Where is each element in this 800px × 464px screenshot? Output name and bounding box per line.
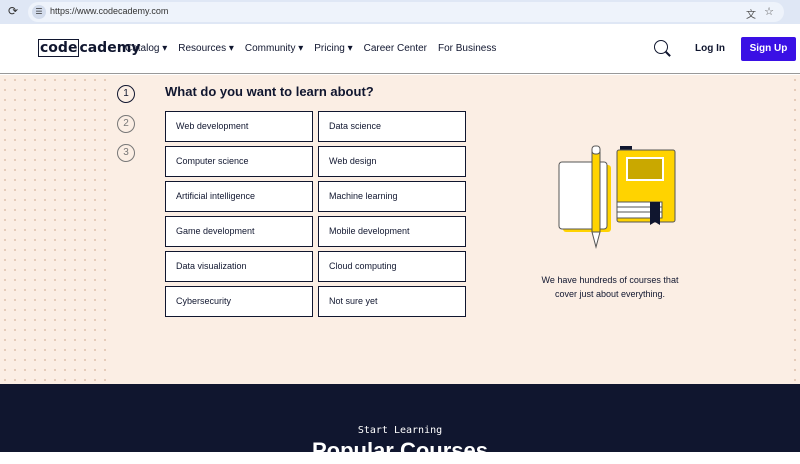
login-button[interactable]: Log In [695,43,725,54]
nav-pricing[interactable]: Pricing ▾ [314,43,352,54]
main-menu: Catalog ▾ Resources ▾ Community ▾ Pricin… [125,43,496,54]
nav-catalog[interactable]: Catalog ▾ [125,43,167,54]
bookmark-star-icon[interactable]: ☆ [764,5,774,18]
option-computer-science[interactable]: Computer science [165,146,313,177]
courses-caption: We have hundreds of courses that cover j… [541,275,679,299]
option-web-design[interactable]: Web design [318,146,466,177]
notebook-pencil-illustration [558,145,676,249]
address-bar[interactable]: ☰ https://www.codecademy.com 文 ☆ [28,2,784,22]
option-game-development[interactable]: Game development [165,216,313,247]
site-header: code cademy Catalog ▾ Resources ▾ Communi… [0,24,800,74]
quiz-question: What do you want to learn about? [165,84,374,99]
option-data-visualization[interactable]: Data visualization [165,251,313,282]
search-icon[interactable] [654,40,668,54]
option-ai[interactable]: Artificial intelligence [165,181,313,212]
option-not-sure[interactable]: Not sure yet [318,286,466,317]
nav-for-business[interactable]: For Business [438,43,496,54]
option-cybersecurity[interactable]: Cybersecurity [165,286,313,317]
site-info-icon[interactable]: ☰ [32,5,46,19]
quiz-section: 1 2 3 What do you want to learn about? W… [0,75,800,384]
browser-toolbar: ⟳ ☰ https://www.codecademy.com 文 ☆ [0,0,800,24]
option-data-science[interactable]: Data science [318,111,466,142]
option-machine-learning[interactable]: Machine learning [318,181,466,212]
step-3: 3 [117,144,135,162]
translate-icon[interactable]: 文 [746,6,756,21]
option-web-development[interactable]: Web development [165,111,313,142]
popular-courses-title: Popular Courses [311,438,489,463]
option-cloud-computing[interactable]: Cloud computing [318,251,466,282]
url-text[interactable]: https://www.codecademy.com [50,6,168,16]
step-2: 2 [117,115,135,133]
reload-icon[interactable]: ⟳ [8,4,18,18]
nav-community[interactable]: Community ▾ [245,43,303,54]
nav-resources[interactable]: Resources ▾ [178,43,234,54]
logo-box: code [38,39,80,57]
signup-button[interactable]: Sign Up [741,37,796,61]
start-learning-eyebrow: Start Learning [357,425,443,436]
popular-courses-section: Start Learning Popular Courses [0,384,800,463]
nav-career-center[interactable]: Career Center [364,43,427,54]
option-mobile-development[interactable]: Mobile development [318,216,466,247]
step-1: 1 [117,85,135,103]
